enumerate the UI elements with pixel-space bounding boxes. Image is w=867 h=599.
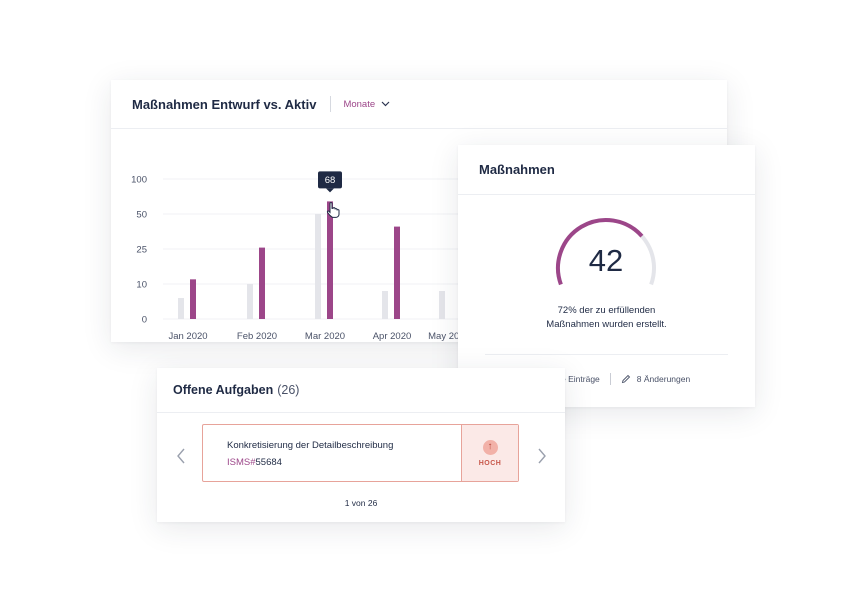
- tooltip-value: 68: [325, 175, 336, 186]
- task-item-body: Konkretisierung der Detailbeschreibung I…: [203, 425, 461, 481]
- gauge-footer-divider: [485, 354, 728, 355]
- footer-divider: [609, 373, 611, 385]
- y-tick-label: 100: [131, 175, 147, 186]
- chevron-right-icon[interactable]: [535, 446, 549, 466]
- bar-active[interactable]: [327, 201, 333, 319]
- task-reference-prefix: ISMS#: [227, 457, 256, 468]
- changes-link[interactable]: 8 Änderungen: [621, 374, 690, 384]
- gauge-value: 42: [588, 243, 624, 278]
- y-tick-label: 25: [136, 245, 147, 256]
- gauge-card-title: Maßnahmen: [479, 162, 555, 177]
- y-tick-label: 50: [136, 210, 147, 221]
- tasks-count: (26): [277, 383, 300, 397]
- x-tick-label: Apr 2020: [373, 331, 412, 342]
- priority-badge: ↑ HOCH: [461, 425, 518, 481]
- bar-draft[interactable]: [178, 298, 184, 319]
- bar-draft[interactable]: [315, 214, 321, 319]
- header-divider: [330, 96, 332, 112]
- gauge-description-line-2: Maßnahmen wurden erstellt.: [546, 319, 667, 330]
- gauge-description-line-1: 72% der zu erfüllenden: [557, 305, 656, 316]
- task-name: Konkretisierung der Detailbeschreibung: [227, 440, 394, 451]
- pencil-icon: [621, 374, 630, 384]
- tasks-card-header: Offene Aufgaben (26): [157, 368, 565, 413]
- tasks-title: Offene Aufgaben: [173, 383, 274, 397]
- open-tasks-card: Offene Aufgaben (26) Konkretisierung der…: [157, 368, 565, 522]
- gauge-card-header: Maßnahmen: [458, 145, 755, 195]
- chevron-left-icon[interactable]: [174, 446, 188, 466]
- x-tick-label: Jan 2020: [168, 331, 207, 342]
- pagination-label: 1 von 26: [344, 498, 378, 508]
- x-tick-label: Feb 2020: [237, 331, 277, 342]
- bar-active[interactable]: [259, 247, 265, 319]
- bar-draft[interactable]: [439, 291, 445, 319]
- bar-draft[interactable]: [382, 291, 388, 319]
- bar-tooltip: 68: [318, 171, 342, 193]
- period-dropdown-label: Monate: [343, 98, 376, 110]
- bar-draft[interactable]: [247, 284, 253, 319]
- y-tick-label: 0: [142, 315, 147, 326]
- arrow-up-icon: ↑: [482, 439, 498, 455]
- changes-label: 8 Änderungen: [636, 374, 691, 384]
- period-dropdown[interactable]: Monate: [343, 99, 390, 110]
- task-item[interactable]: Konkretisierung der Detailbeschreibung I…: [202, 424, 519, 482]
- task-reference-number: 55684: [255, 457, 282, 468]
- priority-label: HOCH: [478, 459, 502, 467]
- bar-active[interactable]: [394, 226, 400, 319]
- bar-active[interactable]: [190, 279, 196, 319]
- chart-card-header: Maßnahmen Entwurf vs. Aktiv Monate: [111, 80, 727, 129]
- task-reference: ISMS#55684: [227, 457, 461, 468]
- gauge-description: 72% der zu erfüllenden Maßnahmen wurden …: [458, 304, 755, 332]
- y-tick-label: 10: [136, 280, 147, 291]
- chevron-down-icon: [381, 101, 390, 107]
- chart-title: Maßnahmen Entwurf vs. Aktiv: [132, 96, 317, 112]
- x-tick-label: Mar 2020: [305, 331, 345, 342]
